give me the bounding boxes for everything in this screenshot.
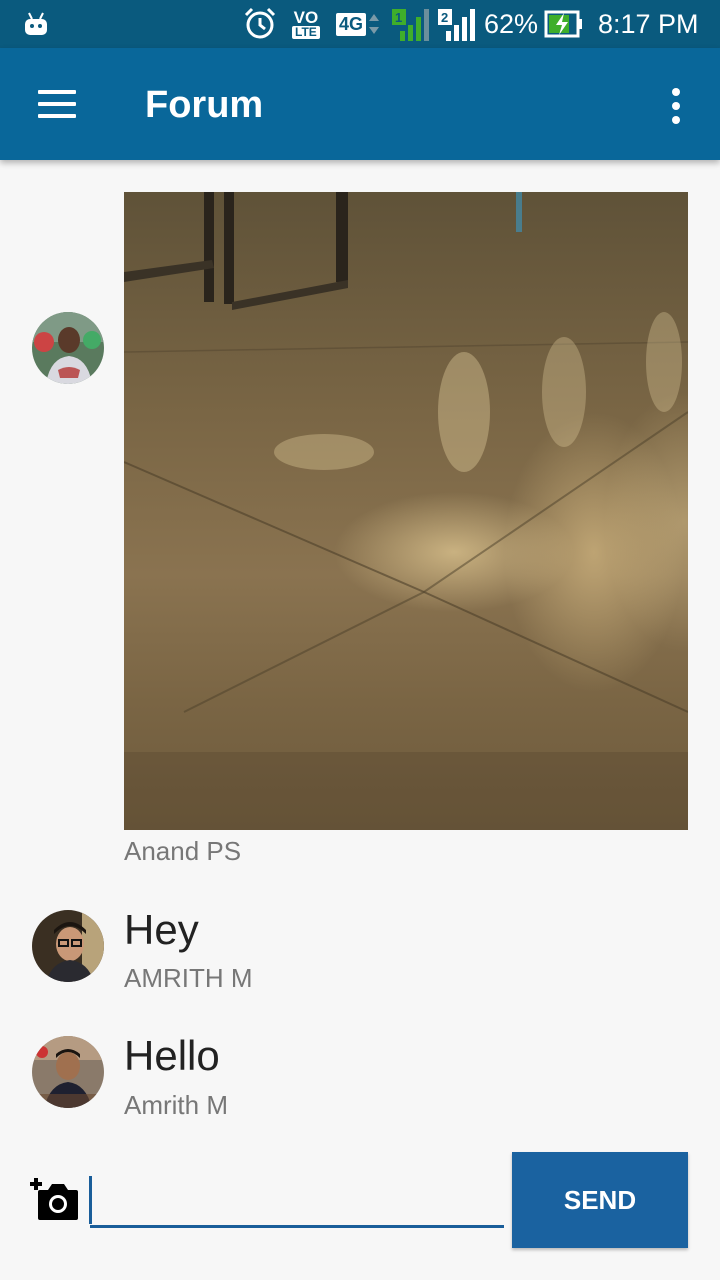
page-title: Forum — [145, 84, 264, 126]
text-cursor — [89, 1176, 92, 1224]
android-icon — [22, 0, 50, 48]
volte-icon: VO LTE — [292, 0, 320, 48]
avatar[interactable] — [32, 1036, 104, 1108]
message-sender: Anand PS — [124, 836, 242, 866]
hamburger-menu-icon[interactable] — [22, 76, 90, 132]
battery-charging-icon — [544, 0, 584, 48]
message-sender: AMRITH M — [124, 963, 253, 993]
4g-icon: 4G — [336, 0, 380, 48]
status-bar: VO LTE 4G 1 2 62% 8:17 PM — [0, 0, 720, 48]
sim1-label: 1 — [395, 10, 402, 25]
clock: 8:17 PM — [598, 8, 699, 39]
signal-sim2-icon: 2 — [436, 0, 476, 48]
avatar[interactable] — [32, 910, 104, 982]
more-vert-icon[interactable] — [652, 78, 700, 134]
volte-label: VO — [293, 8, 319, 27]
message-image[interactable] — [124, 192, 688, 830]
alarm-icon — [242, 0, 278, 48]
network-type-label: 4G — [336, 12, 367, 36]
add-photo-icon[interactable] — [30, 1176, 80, 1224]
app-bar: Forum — [0, 48, 720, 160]
lte-label: LTE — [292, 26, 320, 39]
message-text: Hello — [124, 1032, 220, 1079]
send-button[interactable]: SEND — [512, 1152, 688, 1248]
avatar[interactable] — [32, 312, 104, 384]
message-text: Hey — [124, 906, 199, 953]
message-sender: Amrith M — [124, 1090, 228, 1120]
message-input[interactable] — [90, 1176, 504, 1228]
signal-sim1-icon: 1 — [390, 0, 430, 48]
sim2-label: 2 — [441, 10, 448, 25]
battery-percent: 62% — [484, 8, 539, 39]
